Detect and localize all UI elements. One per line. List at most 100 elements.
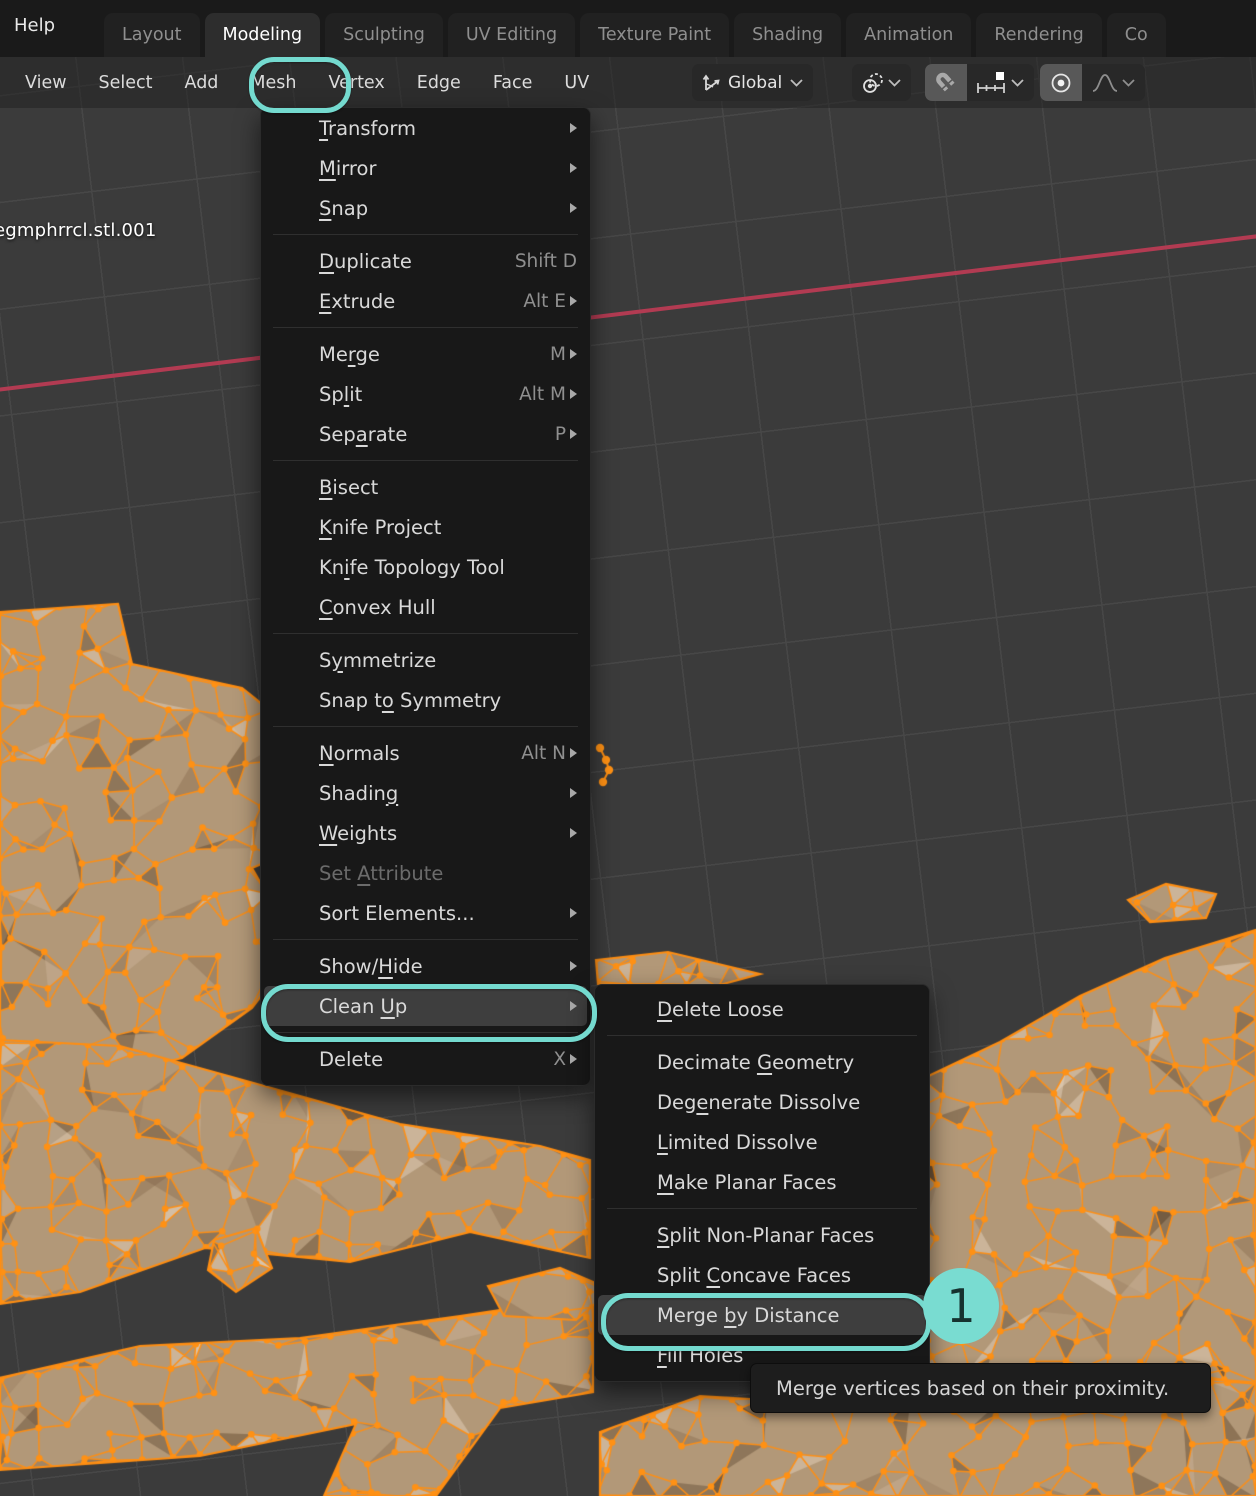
menu-item-label: Weights [319, 822, 397, 845]
tab-texture-paint[interactable]: Texture Paint [580, 13, 729, 57]
menu-item-label: Limited Dissolve [657, 1131, 818, 1154]
mesh-menu-item-show-hide[interactable]: Show/Hide [264, 946, 587, 986]
proportional-editing-icon [1048, 70, 1074, 96]
cleanup-item-degenerate-dissolve[interactable]: Degenerate Dissolve [598, 1082, 926, 1122]
submenu-arrow-icon [570, 1054, 577, 1064]
snap-mode-dropdown[interactable] [967, 64, 1034, 101]
mesh-menu-item-sort-elements[interactable]: Sort Elements... [264, 893, 587, 933]
tab-layout[interactable]: Layout [104, 13, 200, 57]
tab-sculpting[interactable]: Sculpting [325, 13, 443, 57]
chevron-down-icon [1122, 79, 1135, 87]
magnet-icon [933, 70, 959, 96]
header-menu-add[interactable]: Add [185, 73, 219, 93]
menu-item-label: Bisect [319, 476, 378, 499]
menu-item-label: Convex Hull [319, 596, 436, 619]
cleanup-item-split-non-planar-faces[interactable]: Split Non-Planar Faces [598, 1215, 926, 1255]
object-name-label: egmphrrcl.stl.001 [0, 220, 157, 241]
mesh-menu-item-weights[interactable]: Weights [264, 813, 587, 853]
menu-item-label: Make Planar Faces [657, 1171, 836, 1194]
mesh-menu-item-symmetrize[interactable]: Symmetrize [264, 640, 587, 680]
menu-item-label: Normals [319, 742, 400, 765]
menu-separator [273, 939, 578, 940]
submenu-arrow-icon [570, 828, 577, 838]
transform-orientation-dropdown[interactable]: Global [692, 64, 813, 101]
help-menu[interactable]: Help [14, 15, 55, 36]
mesh-menu-item-delete[interactable]: Delete X [264, 1039, 587, 1079]
menu-item-shortcut: Alt N [521, 743, 566, 764]
workspace-tabs: LayoutModelingSculptingUV EditingTexture… [104, 13, 1166, 57]
cleanup-item-decimate-geometry[interactable]: Decimate Geometry [598, 1042, 926, 1082]
annotation-ring-merge-by-distance [601, 1293, 931, 1351]
menu-separator [273, 234, 578, 235]
orientation-axes-icon [700, 71, 724, 95]
tab-rendering[interactable]: Rendering [976, 13, 1101, 57]
submenu-arrow-icon [570, 203, 577, 213]
mesh-menu-item-shading[interactable]: Shading [264, 773, 587, 813]
chevron-down-icon [790, 79, 803, 87]
menu-item-label: Duplicate [319, 250, 412, 273]
menu-item-label: Knife Topology Tool [319, 556, 505, 579]
header-menu-select[interactable]: Select [99, 73, 153, 93]
mesh-menu-item-knife-topology-tool[interactable]: Knife Topology Tool [264, 547, 587, 587]
proportional-editing-toggle[interactable] [1040, 64, 1082, 101]
header-menu-uv[interactable]: UV [564, 73, 589, 93]
annotation-ring-cleanup [261, 984, 597, 1042]
mesh-menu-item-convex-hull[interactable]: Convex Hull [264, 587, 587, 627]
menu-item-label: Decimate Geometry [657, 1051, 854, 1074]
mesh-menu-item-merge[interactable]: MergeM [264, 334, 587, 374]
tooltip: Merge vertices based on their proximity. [750, 1363, 1211, 1413]
menu-item-label: Delete [319, 1048, 383, 1071]
cleanup-item-limited-dissolve[interactable]: Limited Dissolve [598, 1122, 926, 1162]
mesh-menu-item-snap[interactable]: Snap [264, 188, 587, 228]
mesh-menu-item-separate[interactable]: SeparateP [264, 414, 587, 454]
menu-item-shortcut: P [555, 424, 566, 445]
pivot-point-icon [860, 70, 886, 96]
mesh-menu-item-set-attribute: Set Attribute [264, 853, 587, 893]
header-menu-edge[interactable]: Edge [417, 73, 461, 93]
menu-item-label: Show/Hide [319, 955, 423, 978]
menu-separator [607, 1208, 917, 1209]
mesh-menu-item-extrude[interactable]: ExtrudeAlt E [264, 281, 587, 321]
tab-uv-editing[interactable]: UV Editing [448, 13, 575, 57]
mesh-menu-item-normals[interactable]: Normals Alt N [264, 733, 587, 773]
submenu-arrow-icon [570, 788, 577, 798]
menu-item-shortcut: X [553, 1049, 566, 1070]
tab-shading[interactable]: Shading [734, 13, 841, 57]
snap-toggle-button[interactable] [925, 64, 967, 101]
tab-modeling[interactable]: Modeling [205, 13, 321, 57]
menu-item-label: Merge [319, 343, 380, 366]
menu-separator [273, 726, 578, 727]
submenu-arrow-icon [570, 123, 577, 133]
mesh-menu-item-snap-to-symmetry[interactable]: Snap to Symmetry [264, 680, 587, 720]
mesh-menu-item-knife-project[interactable]: Knife Project [264, 507, 587, 547]
cleanup-item-make-planar-faces[interactable]: Make Planar Faces [598, 1162, 926, 1202]
header-menu-view[interactable]: View [25, 73, 67, 93]
pivot-point-dropdown[interactable] [852, 64, 911, 101]
step-1-badge: 1 [923, 1268, 999, 1344]
header-menu-face[interactable]: Face [493, 73, 533, 93]
orientation-label: Global [728, 73, 782, 93]
menu-item-label: Split Non-Planar Faces [657, 1224, 874, 1247]
mesh-menu-item-split[interactable]: SplitAlt M [264, 374, 587, 414]
mesh-menu-item-mirror[interactable]: Mirror [264, 148, 587, 188]
falloff-type-dropdown[interactable] [1082, 64, 1145, 101]
topbar: Help LayoutModelingSculptingUV EditingTe… [0, 0, 1256, 57]
cleanup-item-delete-loose[interactable]: Delete Loose [598, 989, 926, 1029]
menu-separator [607, 1035, 917, 1036]
submenu-arrow-icon [570, 349, 577, 359]
menu-item-label: Set Attribute [319, 862, 443, 885]
blender-window: egmphrrcl.stl.001 Help LayoutModelingScu… [0, 0, 1256, 1496]
menu-item-label: Snap [319, 197, 368, 220]
falloff-curve-icon [1090, 70, 1120, 96]
proportional-editing-controls[interactable] [1040, 64, 1145, 101]
snapping-controls[interactable] [925, 64, 1034, 101]
mesh-menu-panel: TransformMirror Snap DuplicateShift DExtru… [260, 107, 591, 1086]
tab-animation[interactable]: Animation [846, 13, 971, 57]
cleanup-item-split-concave-faces[interactable]: Split Concave Faces [598, 1255, 926, 1295]
mesh-menu-item-duplicate[interactable]: DuplicateShift D [264, 241, 587, 281]
tab-co[interactable]: Co [1107, 13, 1166, 57]
menu-separator [273, 460, 578, 461]
mesh-menu-item-transform[interactable]: Transform [264, 108, 587, 148]
menu-item-shortcut: Alt E [523, 291, 566, 312]
mesh-menu-item-bisect[interactable]: Bisect [264, 467, 587, 507]
